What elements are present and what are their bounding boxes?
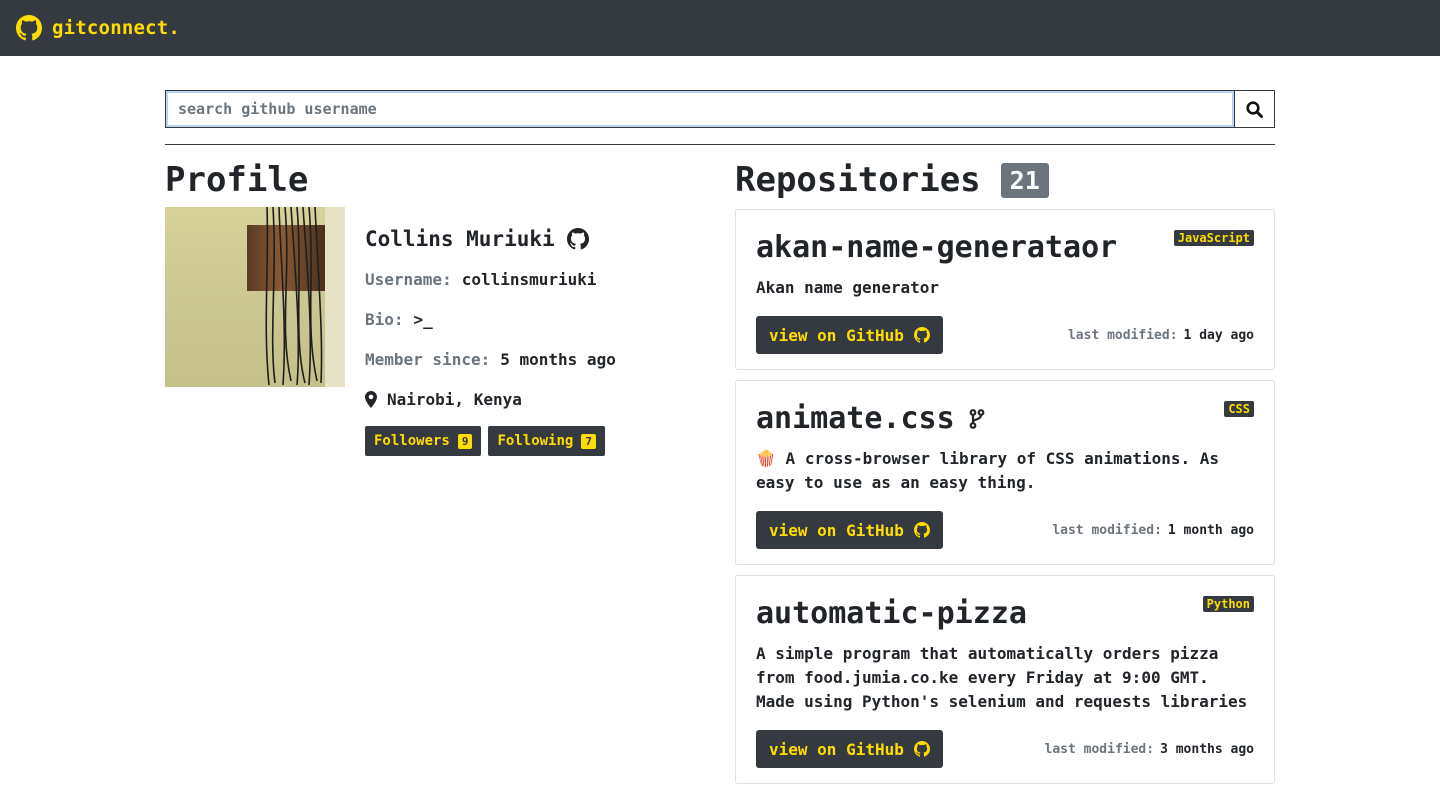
avatar	[165, 207, 345, 387]
repo-description: Akan name generator	[756, 278, 940, 297]
repositories-header: Repositories 21	[735, 160, 1049, 200]
bio-value: >_	[413, 309, 433, 329]
last-modified-value: 3 months ago	[1160, 741, 1254, 757]
language-badge: JavaScript	[1173, 230, 1254, 246]
github-icon	[913, 741, 930, 757]
github-logo-icon	[16, 15, 42, 41]
repo-name: akan-name-generataor	[756, 230, 1118, 265]
search-icon	[1246, 100, 1263, 118]
member-since-value: 5 months ago	[500, 349, 616, 369]
search-input[interactable]	[165, 90, 1235, 128]
last-modified-label: last modified:	[1052, 522, 1162, 538]
repo-description: A simple program that automatically orde…	[756, 644, 1248, 711]
followers-count: 9	[457, 433, 473, 449]
last-modified: last modified: 1 day ago	[1068, 328, 1254, 343]
following-label: Following	[497, 433, 574, 449]
bio-label: Bio:	[365, 309, 404, 329]
last-modified-value: 1 day ago	[1183, 327, 1254, 343]
repositories-title: Repositories	[735, 160, 981, 200]
github-icon	[913, 522, 930, 538]
last-modified-label: last modified:	[1044, 741, 1155, 757]
last-modified-value: 1 month ago	[1167, 522, 1254, 538]
search-bar	[165, 90, 1275, 128]
view-on-github-label: view on GitHub	[769, 739, 904, 759]
profile-name: Collins Muriuki	[365, 227, 555, 251]
username-line: Username: collinsmuriuki	[365, 264, 616, 294]
last-modified: last modified: 3 months ago	[1045, 742, 1255, 757]
last-modified-label: last modified:	[1067, 327, 1178, 343]
map-marker-icon	[365, 390, 377, 408]
language-badge: Python	[1202, 596, 1254, 612]
repo-description: 🍿 A cross-browser library of CSS animati…	[756, 449, 1220, 492]
brand-link[interactable]: gitconnect.	[16, 15, 180, 41]
github-icon	[913, 327, 930, 343]
repo-card: akan-name-generataor JavaScript Akan nam…	[735, 209, 1275, 370]
view-on-github-button[interactable]: view on GitHub	[756, 316, 943, 354]
username-value: collinsmuriuki	[461, 269, 597, 289]
search-button[interactable]	[1235, 90, 1275, 128]
location-line: Nairobi, Kenya	[365, 384, 616, 414]
repo-card: automatic-pizza Python A simple program …	[735, 575, 1275, 784]
view-on-github-label: view on GitHub	[769, 325, 904, 345]
username-label: Username:	[365, 269, 452, 289]
language-badge: CSS	[1224, 401, 1254, 417]
profile-info: Collins Muriuki Username: collinsmuriuki…	[365, 224, 616, 456]
fork-icon	[969, 409, 985, 429]
following-count: 7	[581, 433, 596, 449]
last-modified: last modified: 1 month ago	[1052, 523, 1254, 538]
divider	[165, 144, 1275, 145]
following-button[interactable]: Following 7	[488, 426, 605, 456]
navbar: gitconnect.	[0, 0, 1440, 56]
view-on-github-label: view on GitHub	[769, 520, 904, 540]
view-on-github-button[interactable]: view on GitHub	[756, 730, 943, 768]
repo-card: animate.css CSS 🍿 A cross-browser librar…	[735, 380, 1275, 565]
bio-line: Bio: >_	[365, 304, 616, 334]
member-since-line: Member since: 5 months ago	[365, 344, 616, 374]
repo-name: animate.css	[756, 401, 955, 436]
location-value: Nairobi, Kenya	[387, 389, 522, 409]
member-since-label: Member since:	[365, 349, 491, 369]
github-icon[interactable]	[566, 228, 589, 250]
view-on-github-button[interactable]: view on GitHub	[756, 511, 943, 549]
repo-name: automatic-pizza	[756, 596, 1027, 631]
followers-label: Followers	[374, 433, 450, 449]
repositories-count-badge: 21	[1000, 162, 1049, 198]
followers-button[interactable]: Followers 9	[365, 426, 482, 456]
profile-title: Profile	[165, 160, 309, 200]
brand-text: gitconnect.	[52, 17, 181, 39]
